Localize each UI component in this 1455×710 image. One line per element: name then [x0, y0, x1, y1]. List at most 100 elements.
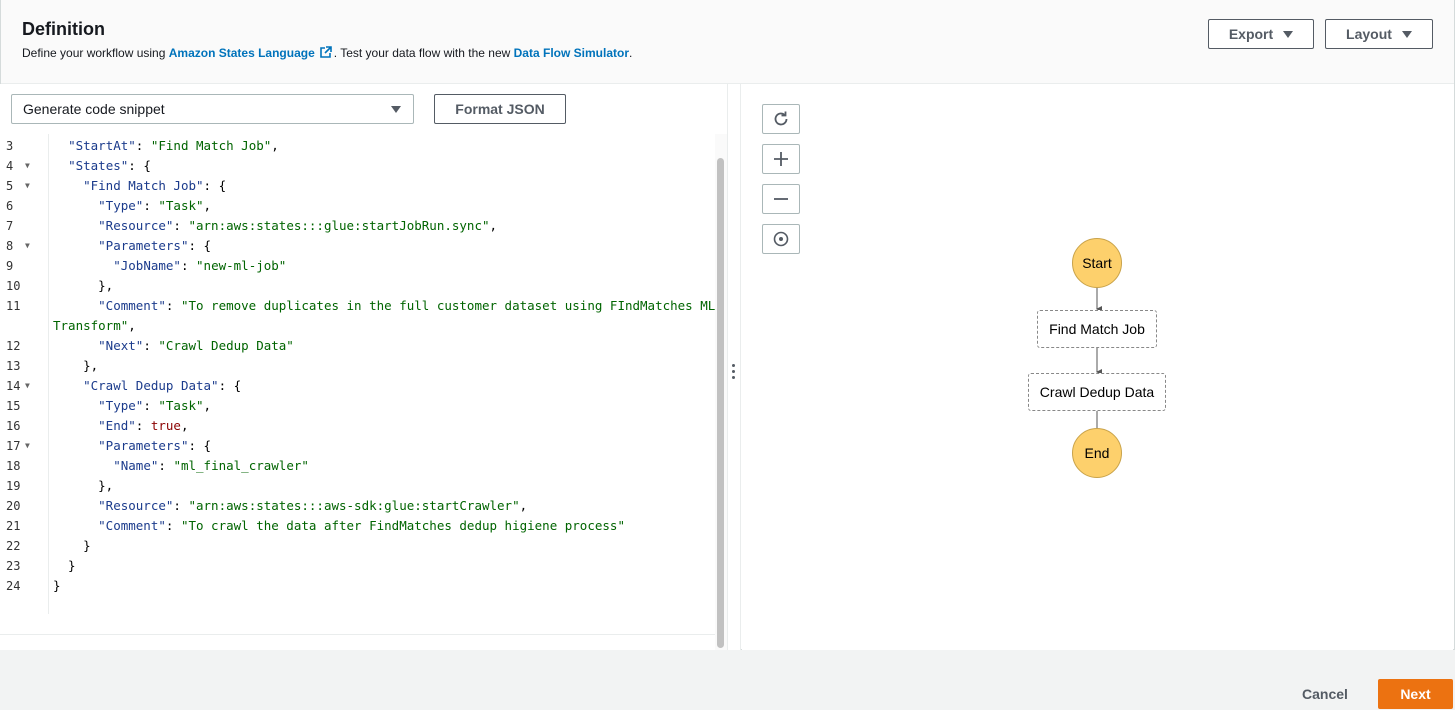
- code-token: : {: [218, 378, 242, 393]
- line-number: 24: [6, 579, 21, 593]
- find-match-job-node[interactable]: Find Match Job: [1037, 310, 1157, 348]
- page-title: Definition: [22, 19, 105, 39]
- code-line[interactable]: 12 "Next": "Crawl Dedup Data": [0, 336, 715, 356]
- fold-arrow-icon[interactable]: ▼: [25, 156, 30, 176]
- code-token: },: [53, 278, 114, 293]
- code-text: },: [53, 356, 98, 376]
- code-line[interactable]: 20 "Resource": "arn:aws:states:::aws-sdk…: [0, 496, 715, 516]
- code-line[interactable]: 22 }: [0, 536, 715, 556]
- drag-handle-icon[interactable]: [732, 364, 736, 382]
- line-number: 17: [6, 439, 21, 453]
- code-line[interactable]: 8 ▼ "Parameters": {: [0, 236, 715, 256]
- code-token: },: [53, 478, 114, 493]
- fold-arrow-icon[interactable]: ▼: [25, 176, 30, 196]
- zoom-in-button[interactable]: [762, 144, 800, 174]
- data-flow-simulator-link[interactable]: Data Flow Simulator: [514, 46, 629, 60]
- start-node[interactable]: Start: [1072, 238, 1122, 288]
- code-token: }: [53, 578, 61, 593]
- graph-edges: [1096, 288, 1102, 436]
- export-button[interactable]: Export: [1208, 19, 1314, 49]
- code-line[interactable]: Transform",: [0, 316, 715, 336]
- code-line[interactable]: 11 "Comment": "To remove duplicates in t…: [0, 296, 715, 316]
- code-text: Transform",: [53, 316, 136, 336]
- code-line[interactable]: 6 "Type": "Task",: [0, 196, 715, 216]
- code-token: "Name": [113, 458, 159, 473]
- code-token: ,: [203, 398, 212, 413]
- code-editor[interactable]: 3 "StartAt": "Find Match Job", 4 ▼ "States…: [0, 134, 715, 634]
- line-number: 15: [6, 399, 21, 413]
- panel-subtitle: Define your workflow using Amazon States…: [22, 46, 632, 60]
- code-token: "Resource": [98, 498, 174, 513]
- fold-arrow-icon[interactable]: ▼: [25, 236, 30, 256]
- snippet-select[interactable]: Generate code snippet: [11, 94, 414, 124]
- snippet-select-value: Generate code snippet: [23, 101, 165, 117]
- vertical-scrollbar[interactable]: [715, 134, 727, 650]
- code-line[interactable]: 3 "StartAt": "Find Match Job",: [0, 136, 715, 156]
- next-button[interactable]: Next: [1378, 679, 1453, 709]
- code-token: "arn:aws:states:::glue:startJobRun.sync": [188, 218, 490, 233]
- layout-button[interactable]: Layout: [1325, 19, 1433, 49]
- code-token: :: [143, 338, 159, 353]
- end-node[interactable]: End: [1072, 428, 1122, 478]
- code-token: "Crawl Dedup Data": [83, 378, 219, 393]
- zoom-out-button[interactable]: [762, 184, 800, 214]
- code-token: :: [143, 198, 159, 213]
- code-line[interactable]: 17 ▼ "Parameters": {: [0, 436, 715, 456]
- caret-down-icon: [1283, 30, 1294, 38]
- line-number: 13: [6, 359, 21, 373]
- find-match-job-label: Find Match Job: [1049, 321, 1145, 337]
- code-token: ,: [203, 198, 212, 213]
- fold-arrow-icon[interactable]: ▼: [25, 436, 30, 456]
- refresh-button[interactable]: [762, 104, 800, 134]
- fold-arrow-icon[interactable]: ▼: [25, 376, 30, 396]
- code-line[interactable]: 5 ▼ "Find Match Job": {: [0, 176, 715, 196]
- code-text: "End": true,: [53, 416, 188, 436]
- line-number: 16: [6, 419, 21, 433]
- code-token: "Find Match Job": [150, 138, 272, 153]
- code-line[interactable]: 7 "Resource": "arn:aws:states:::glue:sta…: [0, 216, 715, 236]
- code-token: ,: [489, 218, 498, 233]
- code-token: "End": [98, 418, 136, 433]
- code-line[interactable]: 19 },: [0, 476, 715, 496]
- center-button[interactable]: [762, 224, 800, 254]
- horizontal-scrollbar[interactable]: [0, 634, 715, 650]
- code-token: : {: [203, 178, 227, 193]
- code-token: ,: [519, 498, 528, 513]
- code-line[interactable]: 15 "Type": "Task",: [0, 396, 715, 416]
- line-number: 4: [6, 159, 14, 173]
- code-token: "StartAt": [68, 138, 136, 153]
- code-token: "Resource": [98, 218, 174, 233]
- line-number: 18: [6, 459, 21, 473]
- code-line[interactable]: 9 "JobName": "new-ml-job": [0, 256, 715, 276]
- code-line[interactable]: 18 "Name": "ml_final_crawler": [0, 456, 715, 476]
- code-line[interactable]: 23 }: [0, 556, 715, 576]
- code-token: }: [53, 558, 76, 573]
- code-line[interactable]: 13 },: [0, 356, 715, 376]
- line-number: 21: [6, 519, 21, 533]
- code-line[interactable]: 16 "End": true,: [0, 416, 715, 436]
- code-line[interactable]: 10 },: [0, 276, 715, 296]
- code-text: "Find Match Job": {: [53, 176, 226, 196]
- code-token: "Parameters": [98, 238, 189, 253]
- pane-splitter[interactable]: [727, 84, 741, 650]
- start-label: Start: [1082, 255, 1112, 271]
- cancel-button[interactable]: Cancel: [1290, 680, 1360, 708]
- asl-link[interactable]: Amazon States Language: [169, 46, 315, 60]
- code-line[interactable]: 4 ▼ "States": {: [0, 156, 715, 176]
- crawl-dedup-data-node[interactable]: Crawl Dedup Data: [1028, 373, 1166, 411]
- code-text: "Type": "Task",: [53, 196, 211, 216]
- external-link-icon[interactable]: [319, 46, 332, 59]
- code-line[interactable]: 21 "Comment": "To crawl the data after F…: [0, 516, 715, 536]
- scrollbar-thumb[interactable]: [717, 158, 724, 648]
- code-line[interactable]: 24}: [0, 576, 715, 596]
- code-token: "Type": [98, 398, 144, 413]
- line-number: 10: [6, 279, 21, 293]
- code-line[interactable]: 14 ▼ "Crawl Dedup Data": {: [0, 376, 715, 396]
- format-json-button[interactable]: Format JSON: [434, 94, 566, 124]
- code-text: "Next": "Crawl Dedup Data": [53, 336, 294, 356]
